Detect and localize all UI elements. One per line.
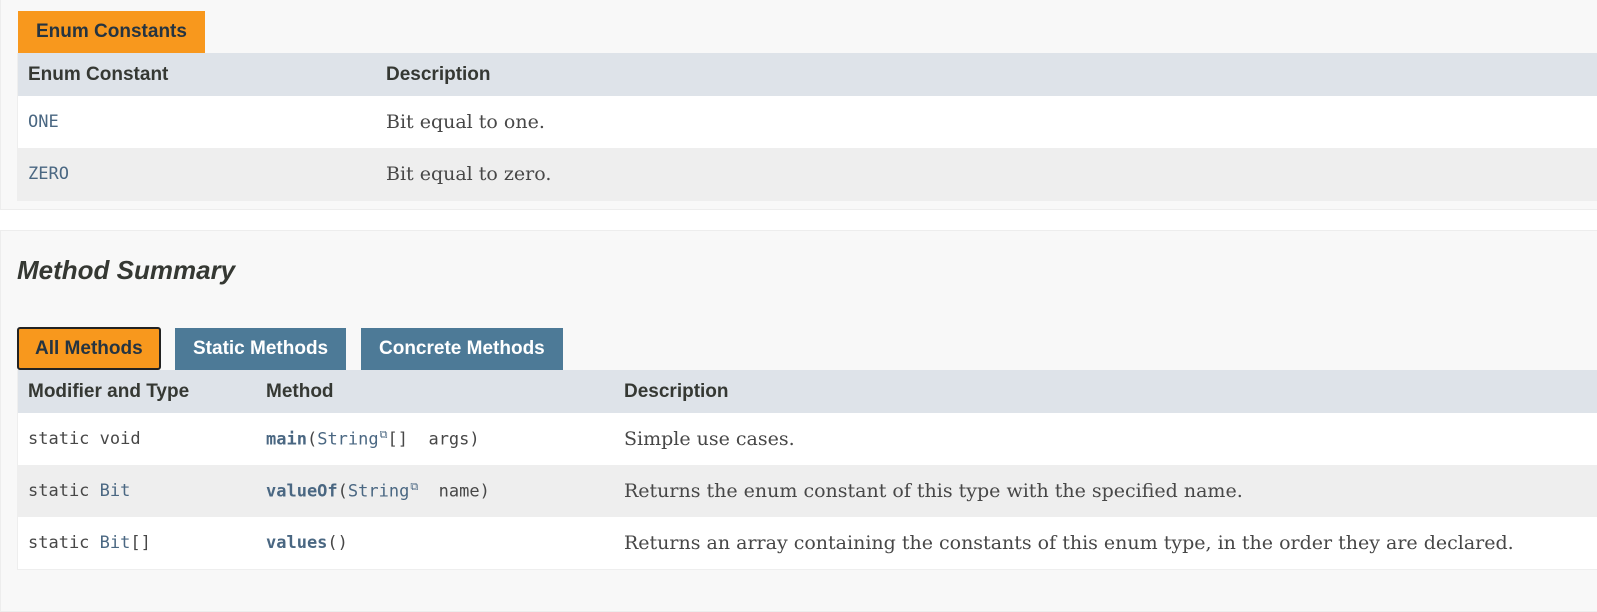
column-header-modifier-type: Modifier and Type [28, 380, 190, 402]
modifier-type-cell: static void [18, 429, 256, 449]
tab-concrete-methods[interactable]: Concrete Methods [361, 328, 563, 370]
column-header-enum-constant: Enum Constant [28, 63, 169, 85]
tab-all-methods[interactable]: All Methods [17, 327, 161, 370]
return-type: void [99, 429, 141, 449]
param-suffix: [] [387, 429, 408, 450]
param-type-link-string[interactable]: String [348, 482, 409, 502]
open-paren: ( [327, 533, 338, 553]
enum-constant-summary-section: Enum Constants Enum Constant Description… [0, 0, 1597, 210]
param-name: name [438, 481, 480, 502]
enum-constant-link-zero[interactable]: ZERO [18, 164, 376, 184]
open-paren: ( [337, 481, 348, 502]
table-row: ONE Bit equal to one. [18, 96, 1597, 148]
enum-description: Bit equal to one. [386, 111, 545, 133]
param-name: args [428, 429, 470, 450]
method-description: Returns an array containing the constant… [624, 532, 1514, 554]
column-header-description: Description [386, 63, 491, 85]
table-row: static void main(String⧉[] args) Simple … [18, 413, 1597, 465]
enum-constants-caption: Enum Constants [18, 11, 205, 53]
table-row: static Bit[] values() Returns an array c… [18, 517, 1597, 569]
table-header-row: Modifier and Type Method Description [18, 370, 1597, 413]
modifier-type-cell: static Bit[] [18, 533, 256, 553]
enum-constant-link-one[interactable]: ONE [18, 112, 376, 132]
return-type-link-bit[interactable]: Bit [100, 481, 131, 501]
table-row: ZERO Bit equal to zero. [18, 148, 1597, 200]
table-header-row: Enum Constant Description [18, 53, 1597, 96]
method-signature-cell: main(String⧉[] args) [256, 428, 614, 450]
close-paren: ) [479, 481, 490, 502]
method-link-main[interactable]: main [266, 430, 307, 450]
tab-static-methods[interactable]: Static Methods [175, 328, 347, 370]
table-row: static Bit valueOf(String⧉ name) Returns… [18, 465, 1597, 517]
modifier-type-cell: static Bit [18, 481, 256, 501]
param-type-link-string[interactable]: String [317, 430, 378, 450]
method-signature-cell: values() [256, 533, 614, 553]
external-link-icon: ⧉ [410, 480, 419, 494]
modifier: static [28, 533, 90, 553]
close-paren: ) [469, 429, 480, 450]
close-paren: ) [337, 533, 348, 553]
modifier: static [28, 481, 90, 501]
modifier: static [28, 429, 90, 449]
type-suffix: [] [130, 533, 151, 553]
method-signature-cell: valueOf(String⧉ name) [256, 480, 614, 502]
method-summary-table: Modifier and Type Method Description sta… [17, 370, 1597, 570]
return-type-link-bit[interactable]: Bit [100, 533, 131, 553]
method-link-values[interactable]: values [266, 533, 327, 553]
column-header-method: Method [266, 380, 334, 402]
method-link-valueof[interactable]: valueOf [266, 482, 338, 502]
enum-constants-table: Enum Constant Description ONE Bit equal … [17, 53, 1597, 201]
method-description: Simple use cases. [624, 428, 795, 450]
enum-description: Bit equal to zero. [386, 163, 552, 185]
method-description: Returns the enum constant of this type w… [624, 480, 1243, 502]
open-paren: ( [306, 429, 318, 450]
column-header-description: Description [624, 380, 729, 402]
method-summary-section: Method Summary All Methods Static Method… [0, 230, 1597, 612]
section-title: Method Summary [17, 255, 236, 285]
